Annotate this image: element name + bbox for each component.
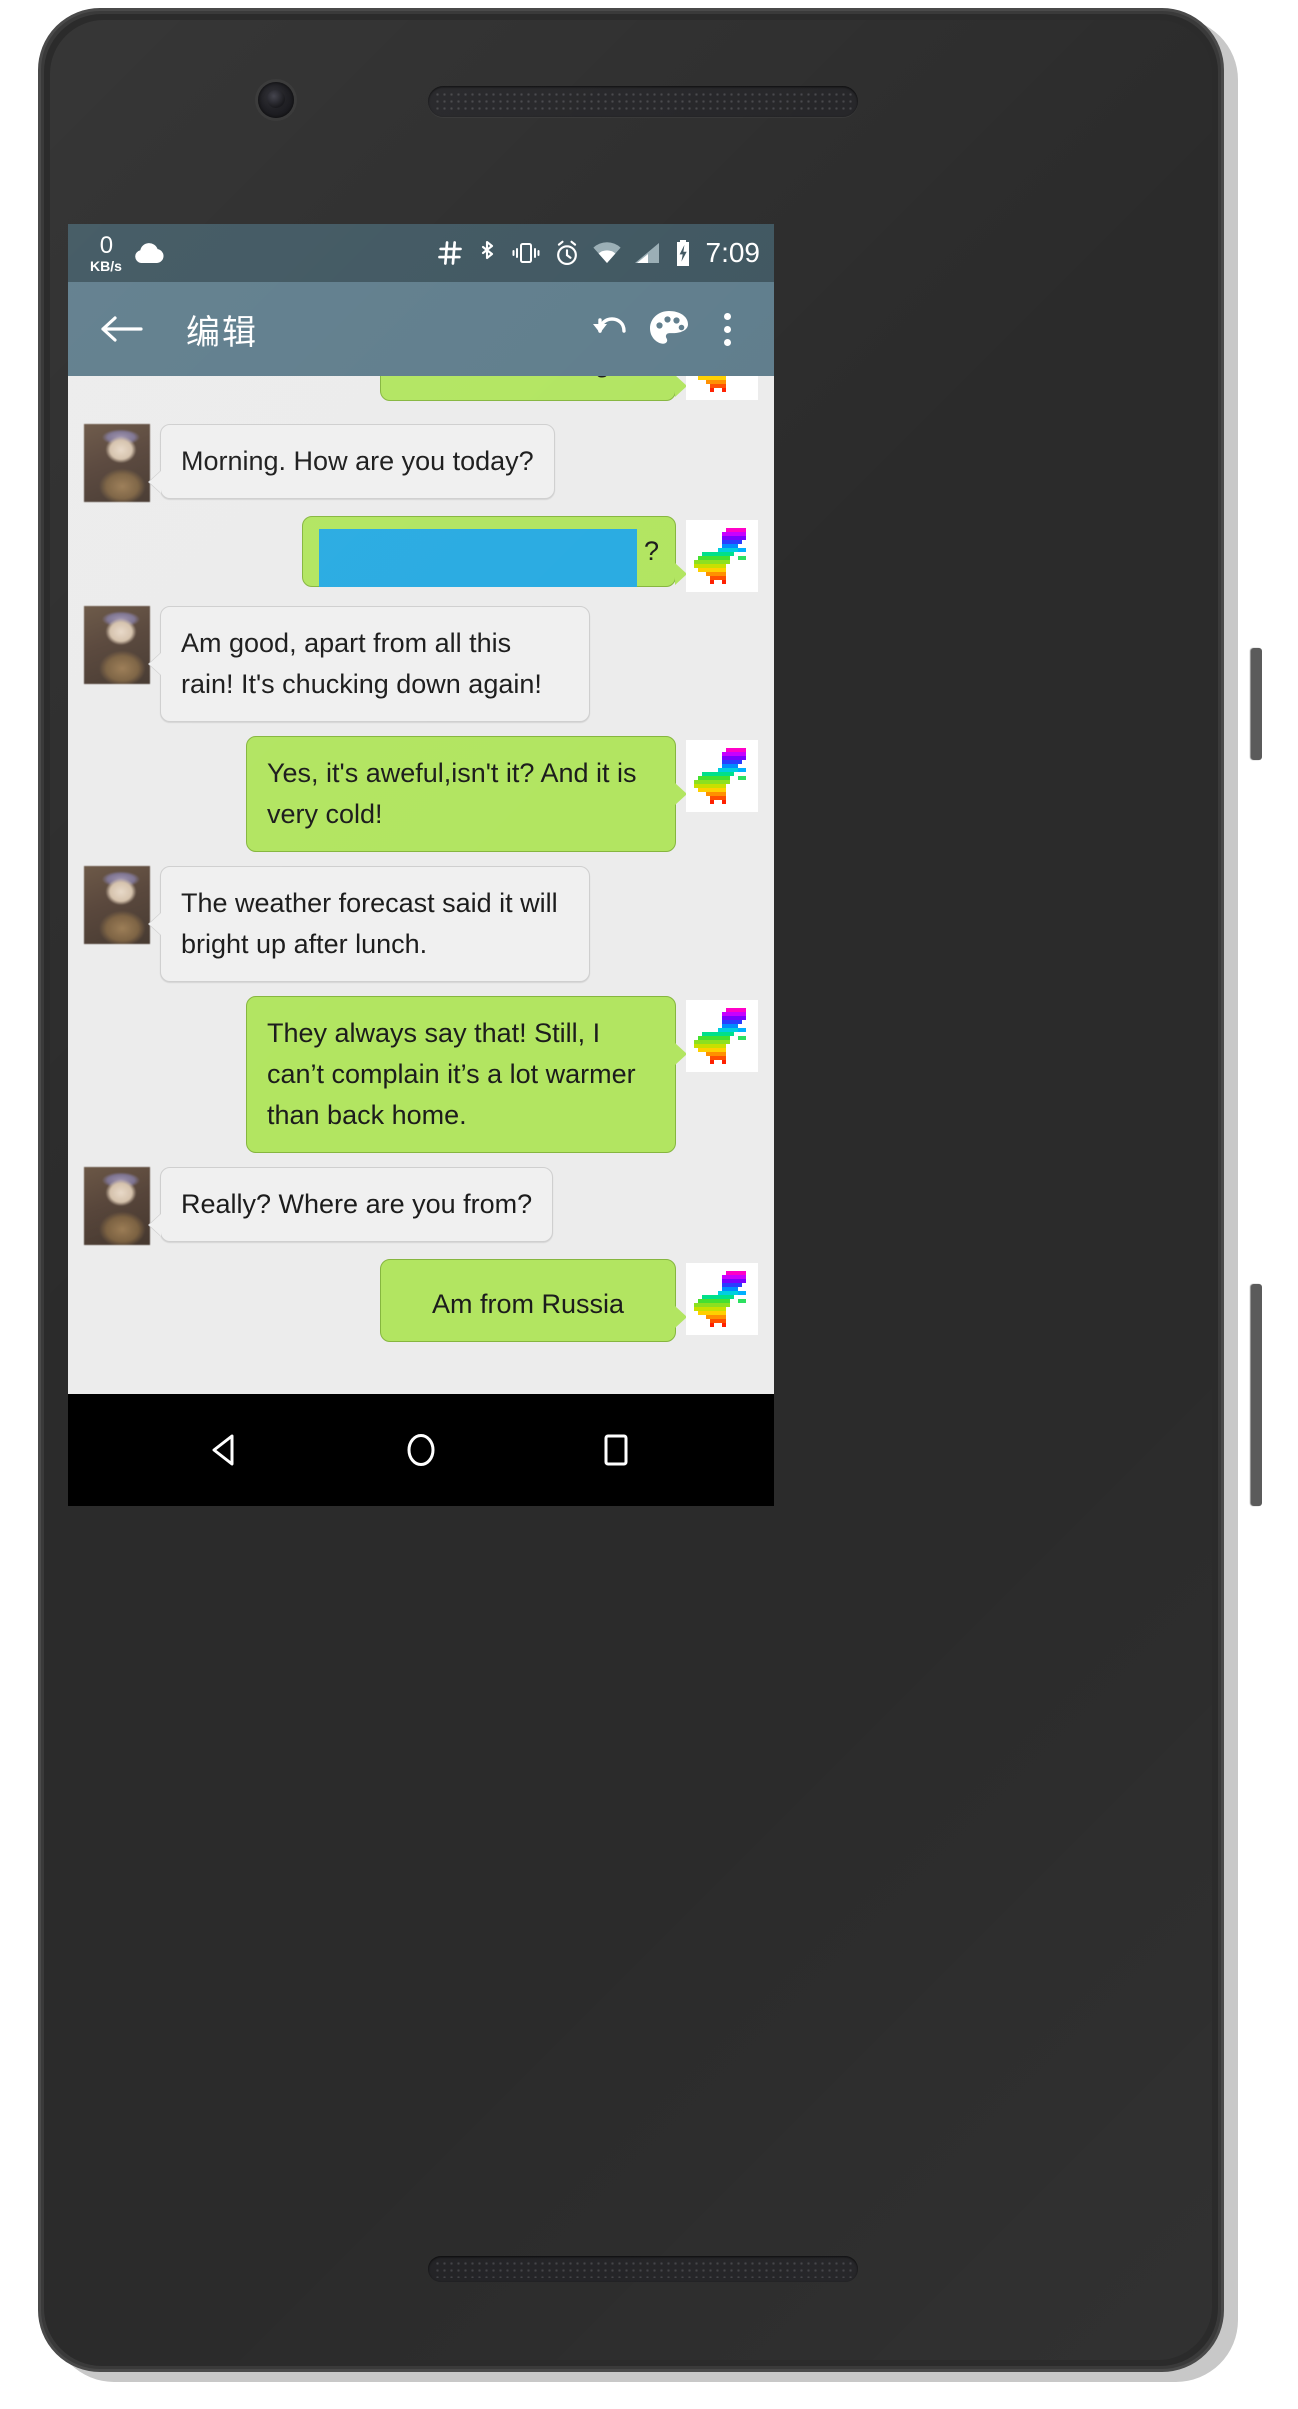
power-button[interactable] [1251, 648, 1262, 760]
message-bubble-incoming[interactable]: The weather forecast said it will bright… [160, 866, 590, 983]
status-bar-clock: 7:09 [705, 237, 761, 268]
signal-icon [633, 241, 661, 265]
message-text: ? [643, 536, 659, 566]
status-bar-icons [436, 239, 694, 267]
message-text: The weather forecast said it will bright… [181, 888, 558, 960]
chat-message-row-partial[interactable]: Am from Russia [68, 1259, 774, 1343]
page-title: 编辑 [186, 313, 258, 352]
cloud-icon [132, 241, 166, 265]
more-options-icon[interactable] [698, 300, 756, 358]
blue-redaction-box [319, 529, 637, 587]
overflow-dots [723, 312, 731, 346]
message-bubble-incoming[interactable]: Really? Where are you from? [160, 1167, 554, 1243]
earpiece-speaker [428, 86, 858, 117]
chat-message-row[interactable]: Yes, it's aweful,isn't it? And it is ver… [68, 736, 774, 853]
message-text: Morning. How are you today? [181, 446, 534, 476]
nav-home-circle-icon[interactable] [399, 1428, 443, 1472]
message-bubble-incoming[interactable]: Morning. How are you today? [160, 424, 555, 500]
dino-avatar [686, 376, 758, 400]
message-bubble-outgoing[interactable]: They always say that! Still, I can’t com… [246, 996, 687, 1154]
girl-avatar [84, 866, 150, 945]
app-toolbar: 编辑 [68, 282, 774, 376]
android-navigation-bar [68, 1394, 774, 1506]
dino-avatar [686, 1000, 758, 1073]
dino-avatar [686, 520, 758, 592]
overflow-dot [723, 312, 731, 320]
message-text: Am from Russia [431, 1289, 625, 1320]
girl-avatar [84, 606, 150, 684]
girl-avatar [84, 424, 150, 502]
dino-avatar [686, 1263, 758, 1336]
volume-button[interactable] [1251, 1284, 1262, 1506]
undo-icon[interactable] [582, 300, 640, 358]
network-speed-indicator: 0 KB/s [90, 231, 122, 274]
overflow-dot [723, 338, 731, 346]
alarm-icon [553, 239, 581, 267]
message-text: They always say that! Still, I can’t com… [267, 1018, 636, 1131]
status-bar: 0 KB/s 7:09 [68, 224, 774, 282]
phone-screen: 0 KB/s 7:09 编辑 Morning. How are you toda… [68, 224, 774, 1394]
network-speed-unit: KB/s [90, 257, 122, 274]
palette-icon[interactable] [640, 300, 698, 358]
message-bubble-incoming[interactable]: Am good, apart from all this rain! It's … [160, 606, 590, 723]
back-arrow-icon[interactable] [92, 300, 150, 358]
front-camera-icon [258, 82, 294, 118]
message-text: Good morning! [439, 376, 618, 378]
message-text: Am good, apart from all this rain! It's … [181, 628, 542, 700]
chat-message-list[interactable]: Good morning! [68, 376, 774, 1394]
battery-charging-icon [672, 239, 694, 267]
message-bubble-outgoing[interactable]: Good morning! [380, 376, 687, 402]
chat-message-row[interactable]: The weather forecast said it will bright… [68, 866, 774, 983]
message-text: Yes, it's aweful,isn't it? And it is ver… [267, 758, 637, 830]
bottom-speaker-grille [428, 2256, 858, 2282]
dino-avatar [686, 740, 758, 813]
chat-message-row[interactable]: Am good, apart from all this rain! It's … [68, 606, 774, 723]
message-text: Really? Where are you from? [181, 1189, 533, 1220]
chat-message-row[interactable]: Morning. How are you today? [68, 424, 774, 502]
network-speed-value: 0 [99, 231, 113, 259]
message-bubble-outgoing[interactable]: Am from Russia [380, 1259, 687, 1343]
chat-message-row-redacted[interactable]: ? [68, 516, 774, 592]
chat-message-row-partial[interactable]: Good morning! [68, 376, 774, 410]
wifi-icon [592, 241, 622, 265]
message-bubble-outgoing[interactable]: Yes, it's aweful,isn't it? And it is ver… [246, 736, 687, 853]
message-bubble-outgoing[interactable]: ? [302, 516, 687, 588]
nav-back-triangle-icon[interactable] [204, 1428, 248, 1472]
bluetooth-icon [475, 239, 499, 267]
vibrate-icon [510, 240, 542, 266]
hash-icon [436, 239, 464, 267]
girl-avatar [84, 1167, 150, 1246]
overflow-dot [723, 325, 731, 333]
chat-message-row[interactable]: Really? Where are you from? [68, 1167, 774, 1246]
chat-message-row[interactable]: They always say that! Still, I can’t com… [68, 996, 774, 1154]
nav-recents-square-icon[interactable] [594, 1428, 638, 1472]
